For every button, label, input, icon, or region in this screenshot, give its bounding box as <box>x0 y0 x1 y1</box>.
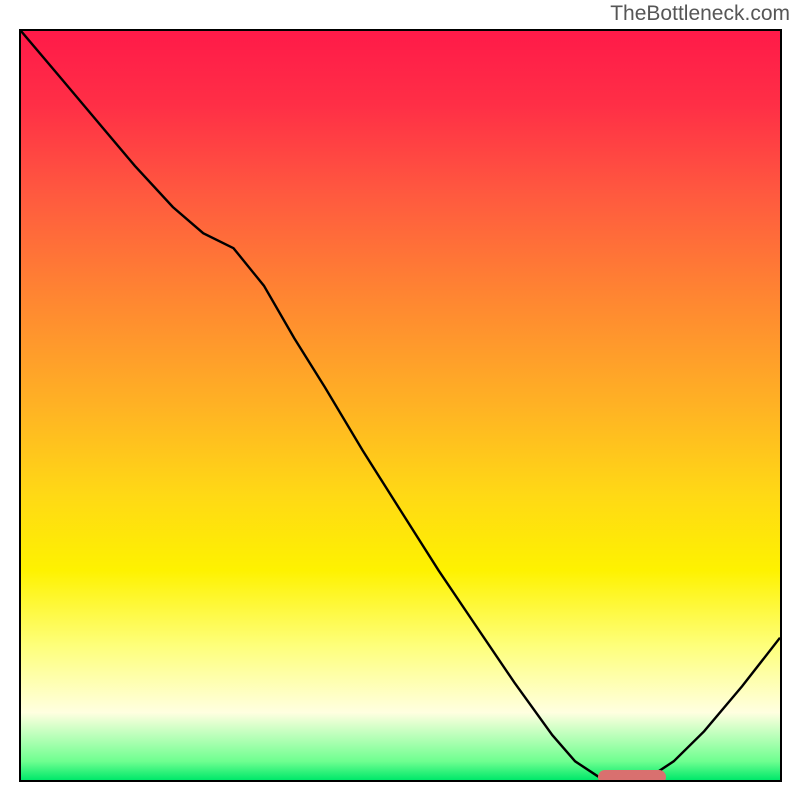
chart-container: TheBottleneck.com <box>0 0 800 800</box>
bottleneck-curve <box>21 31 780 780</box>
attribution-text: TheBottleneck.com <box>610 2 790 26</box>
plot-area <box>19 29 782 782</box>
minimum-marker <box>598 770 666 782</box>
